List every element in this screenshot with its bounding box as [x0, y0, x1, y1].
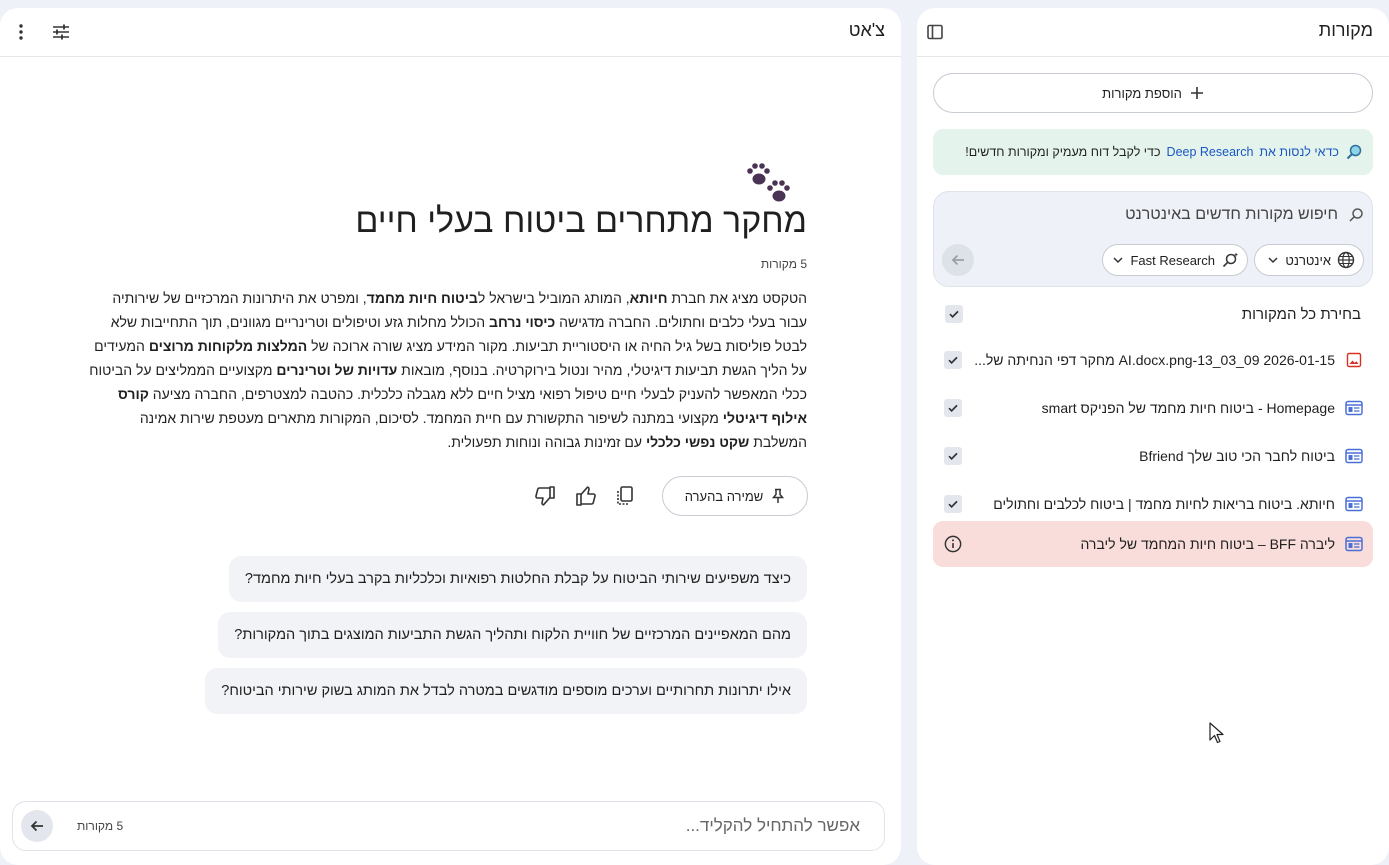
arrow-left-icon [30, 820, 43, 832]
research-chip-label: Fast Research [1130, 252, 1215, 268]
suggested-question[interactable]: אילו יתרונות תחרותיים וערכים מוספים מודג… [205, 668, 807, 714]
source-item-error[interactable]: ליברה BFF – ביטוח חיות המחמד של ליברה [933, 521, 1373, 567]
send-button[interactable] [21, 810, 53, 842]
source-search-box: אינטרנט Fast Research [933, 191, 1373, 287]
add-sources-label: הוספת מקורות [1102, 85, 1182, 101]
sources-title: מקורות [1318, 20, 1373, 40]
select-all-label: בחירת כל המקורות [1241, 305, 1361, 323]
source-checkbox[interactable] [944, 399, 962, 417]
deep-research-magnifier-icon [1346, 144, 1362, 160]
checkmark-icon [948, 500, 958, 509]
summary-text: הטקסט מציג את חברת חיותא, המותג המוביל ב… [89, 290, 807, 450]
checkmark-icon [948, 404, 958, 413]
plus-icon [1190, 87, 1203, 99]
document-title: מחקר מתחרים ביטוח בעלי חיים [355, 202, 807, 240]
web-source-dropdown[interactable]: אינטרנט [1254, 244, 1364, 276]
source-item[interactable]: 2026-01-15 AI.docx.png-13_03_09 מחקר דפי… [933, 337, 1373, 383]
chat-title: צ'אט [848, 20, 885, 40]
chevron-down-icon [1268, 257, 1278, 264]
deep-research-prefix[interactable]: כדאי לנסות את [1259, 145, 1339, 159]
paw-prints-emoji [747, 163, 790, 202]
tune-settings-icon[interactable] [47, 18, 75, 46]
arrow-left-icon [951, 254, 964, 266]
chat-source-count: 5 מקורות [77, 819, 124, 833]
chat-input-box: 5 מקורות [12, 801, 885, 851]
chevron-down-icon [1113, 257, 1123, 264]
checkmark-icon [949, 310, 959, 319]
source-search-input[interactable] [950, 206, 1338, 224]
source-checkbox[interactable] [944, 495, 962, 513]
select-all-row[interactable]: בחירת כל המקורות [933, 295, 1373, 333]
save-note-label: שמירה בהערה [684, 488, 764, 504]
web-page-icon [1345, 399, 1363, 417]
source-label: חיותא. ביטוח בריאות לחיות מחמד | ביטוח ל… [993, 496, 1335, 512]
thumb-down-icon[interactable] [533, 484, 557, 508]
sparkle-search-icon [1222, 252, 1239, 268]
sources-header: מקורות [917, 8, 1389, 57]
sources-panel: מקורות הוספת מקורות כדאי לנסות את Deep R… [917, 8, 1389, 865]
web-page-icon [1345, 535, 1363, 553]
more-vert-icon[interactable] [7, 18, 35, 46]
source-checkbox[interactable] [944, 351, 962, 369]
thumb-up-icon[interactable] [574, 484, 598, 508]
globe-icon [1337, 251, 1355, 269]
source-label: Homepage - ביטוח חיות מחמד של הפניקס sma… [1041, 400, 1335, 416]
checkmark-icon [948, 452, 958, 461]
deep-research-banner[interactable]: כדאי לנסות את Deep Research כדי לקבל דוח… [933, 129, 1373, 175]
add-sources-button[interactable]: הוספת מקורות [933, 73, 1373, 113]
chat-header: צ'אט [0, 8, 901, 57]
collapse-panel-icon[interactable] [921, 18, 949, 46]
copy-icon[interactable] [613, 484, 637, 508]
web-page-icon [1345, 495, 1363, 513]
chat-panel: צ'אט מחקר מתחרים ביטוח בעלי חיים 5 מקורו… [0, 8, 901, 865]
save-to-note-button[interactable]: שמירה בהערה [662, 476, 808, 516]
suggested-question[interactable]: מהם המאפיינים המרכזיים של חוויית הלקוח ו… [218, 612, 807, 658]
search-submit-button[interactable] [942, 244, 974, 276]
search-icon [1349, 208, 1363, 222]
source-label: ליברה BFF – ביטוח חיות המחמד של ליברה [1080, 536, 1335, 552]
source-item[interactable]: ביטוח לחבר הכי טוב שלך Bfriend [933, 433, 1373, 479]
image-file-icon [1345, 351, 1363, 369]
pin-icon [772, 488, 785, 503]
research-mode-dropdown[interactable]: Fast Research [1102, 244, 1248, 276]
info-icon[interactable] [944, 535, 962, 553]
source-item[interactable]: Homepage - ביטוח חיות מחמד של הפניקס sma… [933, 385, 1373, 431]
source-checkbox[interactable] [944, 447, 962, 465]
deep-research-link[interactable]: Deep Research [1167, 145, 1254, 159]
chat-input[interactable] [300, 814, 860, 838]
web-chip-label: אינטרנט [1285, 252, 1331, 268]
deep-research-suffix: כדי לקבל דוח מעמיק ומקורות חדשים! [965, 145, 1161, 159]
checkmark-icon [948, 356, 958, 365]
suggested-question[interactable]: כיצד משפיעים שירותי הביטוח על קבלת החלטו… [228, 556, 807, 602]
source-label: ביטוח לחבר הכי טוב שלך Bfriend [1139, 448, 1335, 464]
select-all-checkbox[interactable] [945, 305, 963, 323]
source-label: 2026-01-15 AI.docx.png-13_03_09 מחקר דפי… [974, 352, 1335, 368]
document-source-count: 5 מקורות [760, 257, 807, 271]
mouse-cursor-icon [1209, 722, 1224, 744]
web-page-icon [1345, 447, 1363, 465]
